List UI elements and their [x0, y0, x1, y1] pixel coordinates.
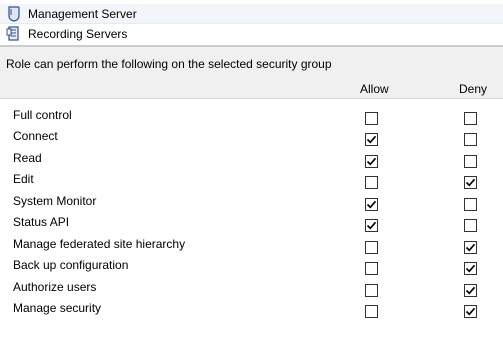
permissions-header: Role can perform the following on the se…: [0, 47, 503, 99]
permission-label: Back up configuration: [13, 258, 129, 272]
deny-checkbox[interactable]: [464, 241, 477, 254]
deny-checkbox[interactable]: [464, 198, 477, 211]
permission-row: System Monitor: [0, 190, 503, 211]
checkmark-icon: [366, 157, 377, 166]
permission-label: Manage security: [13, 301, 102, 315]
tree-item-recording-servers[interactable]: Recording Servers: [0, 24, 503, 44]
tree-item-label: Recording Servers: [28, 27, 128, 41]
allow-checkbox[interactable]: [365, 284, 378, 297]
permission-row: Back up configuration: [0, 254, 503, 275]
permission-label: Status API: [13, 215, 70, 229]
permission-label: Connect: [13, 129, 58, 143]
permission-row: Full control: [0, 104, 503, 125]
deny-checkbox[interactable]: [464, 262, 477, 275]
checkmark-icon: [366, 135, 377, 144]
column-header-deny: Deny: [459, 82, 488, 96]
deny-checkbox[interactable]: [464, 219, 477, 232]
deny-checkbox[interactable]: [464, 284, 477, 297]
allow-checkbox[interactable]: [365, 112, 378, 125]
tree-item-label: Management Server: [28, 6, 137, 21]
permission-row: Read: [0, 147, 503, 168]
permission-label: Full control: [13, 108, 72, 122]
allow-checkbox[interactable]: [365, 219, 378, 232]
permission-row: Connect: [0, 125, 503, 146]
deny-checkbox[interactable]: [464, 133, 477, 146]
deny-checkbox[interactable]: [464, 176, 477, 189]
permissions-list: Full control Connect Read Edit System Mo…: [0, 100, 503, 339]
permission-label: Authorize users: [13, 280, 97, 294]
permission-row: Manage federated site hierarchy: [0, 233, 503, 254]
checkmark-icon: [465, 243, 476, 252]
checkmark-icon: [465, 307, 476, 316]
deny-checkbox[interactable]: [464, 155, 477, 168]
permission-row: Manage security: [0, 297, 503, 318]
checkmark-icon: [366, 221, 377, 230]
deny-checkbox[interactable]: [464, 112, 477, 125]
permission-label: Read: [13, 151, 42, 165]
allow-checkbox[interactable]: [365, 262, 378, 275]
tree-item-management-server[interactable]: Management Server: [0, 4, 503, 24]
permission-label: Edit: [13, 172, 34, 186]
allow-checkbox[interactable]: [365, 241, 378, 254]
deny-checkbox[interactable]: [464, 305, 477, 318]
checkmark-icon: [366, 200, 377, 209]
recording-servers-icon: [6, 26, 22, 42]
checkmark-icon: [465, 264, 476, 273]
allow-checkbox[interactable]: [365, 133, 378, 146]
checkmark-icon: [465, 178, 476, 187]
permission-row: Status API: [0, 211, 503, 232]
server-shield-icon: [6, 5, 22, 22]
permission-row: Authorize users: [0, 276, 503, 297]
column-header-allow: Allow: [360, 82, 389, 96]
allow-checkbox[interactable]: [365, 198, 378, 211]
permission-label: System Monitor: [13, 194, 97, 208]
permission-row: Edit: [0, 168, 503, 189]
allow-checkbox[interactable]: [365, 305, 378, 318]
allow-checkbox[interactable]: [365, 155, 378, 168]
allow-checkbox[interactable]: [365, 176, 378, 189]
permission-label: Manage federated site hierarchy: [13, 237, 186, 251]
section-title: Role can perform the following on the se…: [6, 57, 332, 71]
checkmark-icon: [465, 286, 476, 295]
